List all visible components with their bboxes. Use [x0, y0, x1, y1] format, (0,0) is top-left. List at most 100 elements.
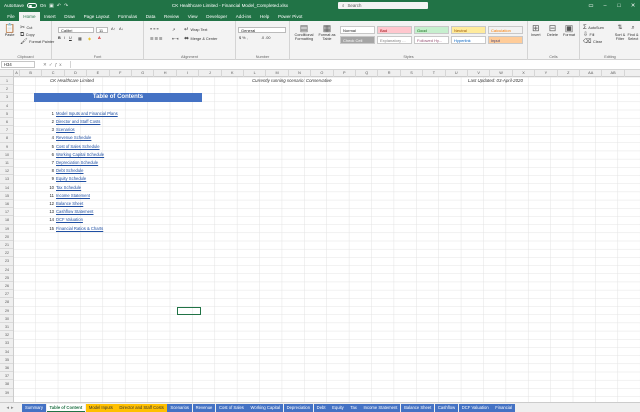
- find-select-button[interactable]: ⌕ Find & Select: [627, 25, 639, 41]
- row-header-33[interactable]: 33: [0, 339, 13, 348]
- row-header-13[interactable]: 13: [0, 175, 13, 184]
- column-header-j[interactable]: J: [199, 70, 222, 77]
- row-header-2[interactable]: 2: [0, 85, 13, 94]
- toc-item-link[interactable]: Equity Schedule: [56, 175, 86, 183]
- ribbon-display-icon[interactable]: ▭: [584, 0, 598, 11]
- row-header-1[interactable]: 1: [0, 77, 13, 86]
- row-header-35[interactable]: 35: [0, 356, 13, 364]
- format-cells-button[interactable]: ▣ Format: [563, 24, 575, 37]
- fill-color-icon[interactable]: ◈: [88, 36, 91, 41]
- sheet-tab-summary[interactable]: Summary: [22, 403, 46, 412]
- row-header-32[interactable]: 32: [0, 331, 13, 340]
- sheet-tab-director-and-staff-costs[interactable]: Director and Staff Costs: [116, 403, 167, 412]
- ribbon-tab-power-pivot[interactable]: Power Pivot: [274, 12, 307, 21]
- ribbon-tab-help[interactable]: Help: [256, 12, 274, 21]
- row-header-25[interactable]: 25: [0, 274, 13, 282]
- number-format-select[interactable]: General: [238, 27, 286, 33]
- underline-button[interactable]: U: [69, 36, 72, 40]
- bold-button[interactable]: B: [58, 36, 61, 40]
- font-name-select[interactable]: Calibri: [58, 27, 94, 33]
- toc-item-link[interactable]: Financial Ratios & Charts: [56, 225, 103, 233]
- save-icon[interactable]: ▣: [49, 3, 54, 9]
- column-header-v[interactable]: V: [468, 70, 491, 77]
- row-header-20[interactable]: 20: [0, 233, 13, 241]
- sheet-tab-equity[interactable]: Equity: [329, 403, 347, 412]
- row-header-4[interactable]: 4: [0, 102, 13, 110]
- toc-item-link[interactable]: Tax Schedule: [56, 184, 81, 192]
- sheet-tab-income-statement[interactable]: Income Statement: [360, 403, 401, 412]
- font-grow-icon[interactable]: A↑: [111, 27, 115, 31]
- row-header-23[interactable]: 23: [0, 257, 13, 266]
- minimize-icon[interactable]: –: [598, 0, 612, 11]
- toc-item-link[interactable]: Depreciation Schedule: [56, 159, 98, 167]
- row-header-21[interactable]: 21: [0, 241, 13, 250]
- cell-style-check-cell[interactable]: Check Cell: [340, 36, 375, 44]
- column-header-n[interactable]: N: [289, 70, 312, 77]
- font-color-icon[interactable]: A: [98, 36, 101, 40]
- column-header-m[interactable]: M: [266, 70, 289, 77]
- selected-cell[interactable]: [177, 306, 201, 315]
- worksheet-grid[interactable]: CK Healthcare Limited Currently running …: [14, 77, 640, 402]
- indent-icon[interactable]: ⇤⇥: [172, 36, 178, 41]
- column-header-g[interactable]: G: [132, 70, 155, 77]
- borders-icon[interactable]: ▦: [78, 36, 82, 41]
- paste-button[interactable]: 📋 Paste: [4, 24, 15, 37]
- ribbon-tab-draw[interactable]: Draw: [60, 12, 79, 21]
- toc-item-link[interactable]: Debt Schedule: [56, 167, 83, 175]
- column-header-h[interactable]: H: [154, 70, 177, 77]
- row-header-11[interactable]: 11: [0, 159, 13, 168]
- column-header-x[interactable]: X: [513, 70, 536, 77]
- merge-center-button[interactable]: ⬌ Merge & Center: [184, 36, 217, 42]
- sheet-tab-dcf-valuation[interactable]: DCF Valuation: [458, 403, 492, 412]
- ribbon-tab-page-layout[interactable]: Page Layout: [79, 12, 113, 21]
- row-header-12[interactable]: 12: [0, 167, 13, 176]
- ribbon-tab-review[interactable]: Review: [160, 12, 184, 21]
- row-header-28[interactable]: 28: [0, 298, 13, 307]
- column-header-u[interactable]: U: [446, 70, 468, 77]
- toc-item-link[interactable]: Cashflow Statement: [56, 208, 93, 216]
- column-header-p[interactable]: P: [334, 70, 356, 77]
- row-header-15[interactable]: 15: [0, 192, 13, 200]
- sheet-tab-working-capital[interactable]: Working Capital: [247, 403, 283, 412]
- row-header-31[interactable]: 31: [0, 323, 13, 332]
- formula-input[interactable]: [69, 61, 640, 68]
- format-painter-button[interactable]: 🖌 Format Painter: [20, 39, 54, 45]
- search-box[interactable]: ⌕ Search: [338, 2, 428, 9]
- column-header-f[interactable]: F: [110, 70, 132, 77]
- sheet-tab-model-inputs[interactable]: Model Inputs: [85, 403, 116, 412]
- ribbon-tab-home[interactable]: Home: [19, 12, 40, 21]
- formula-icons[interactable]: ✕✓ƒx: [43, 62, 64, 68]
- sheet-tab-financial[interactable]: Financial: [492, 403, 516, 412]
- sheet-tab-revenue[interactable]: Revenue: [192, 403, 216, 412]
- ribbon-tab-insert[interactable]: Insert: [40, 12, 60, 21]
- row-header-5[interactable]: 5: [0, 110, 13, 118]
- column-header-d[interactable]: D: [65, 70, 88, 77]
- toc-item-link[interactable]: Director and Staff Costs: [56, 118, 100, 126]
- wrap-text-button[interactable]: ↵ Wrap Text: [184, 27, 207, 33]
- toc-item-link[interactable]: Balance Sheet: [56, 200, 83, 208]
- column-header-ab[interactable]: AB: [602, 70, 625, 77]
- column-header-l[interactable]: L: [244, 70, 267, 77]
- row-header-7[interactable]: 7: [0, 126, 13, 135]
- currency-icon[interactable]: $ % ,: [239, 36, 248, 40]
- redo-icon[interactable]: ↷: [64, 3, 68, 9]
- row-header-37[interactable]: 37: [0, 372, 13, 381]
- row-header-38[interactable]: 38: [0, 380, 13, 389]
- sheet-tab-cost-of-sales[interactable]: Cost of Sales: [215, 403, 247, 412]
- row-header-24[interactable]: 24: [0, 266, 13, 274]
- row-header-14[interactable]: 14: [0, 184, 13, 192]
- row-header-9[interactable]: 9: [0, 143, 13, 151]
- row-header-34[interactable]: 34: [0, 348, 13, 356]
- row-header-26[interactable]: 26: [0, 282, 13, 291]
- row-header-17[interactable]: 17: [0, 208, 13, 217]
- column-header-r[interactable]: R: [378, 70, 401, 77]
- row-header-30[interactable]: 30: [0, 315, 13, 323]
- cell-style-calculation[interactable]: Calculation: [488, 26, 523, 34]
- cell-style-input[interactable]: Input: [488, 36, 523, 44]
- row-header-6[interactable]: 6: [0, 118, 13, 127]
- toc-item-link[interactable]: Model Inputs and Financial Plans: [56, 110, 118, 118]
- row-header-19[interactable]: 19: [0, 225, 13, 233]
- delete-cells-button[interactable]: ⊟ Delete: [547, 24, 558, 37]
- font-shrink-icon[interactable]: A↓: [119, 27, 123, 31]
- sheet-tab-table-of-content[interactable]: Table of Content: [46, 403, 86, 412]
